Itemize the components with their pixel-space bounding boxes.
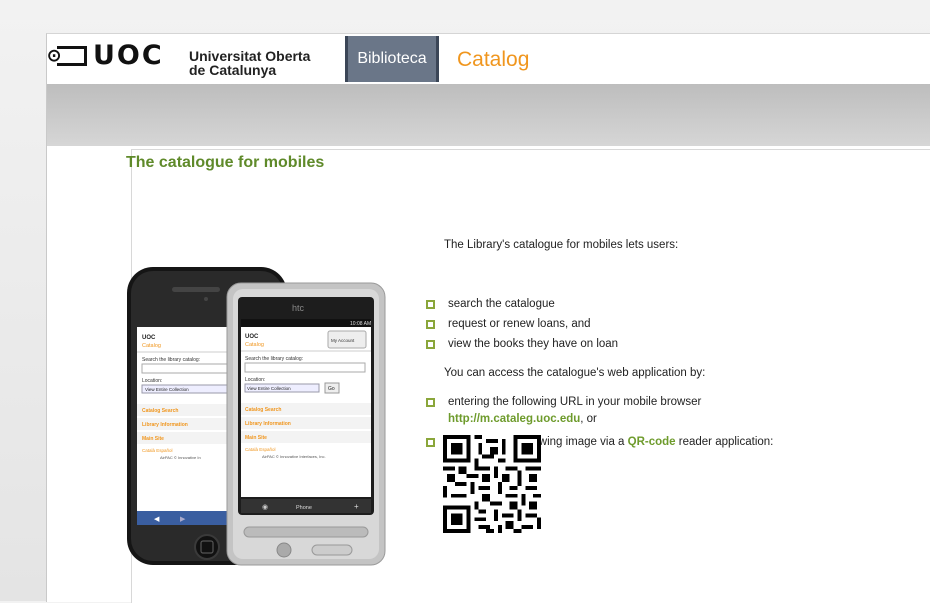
htc-catalog: Catalog [245,342,264,348]
htc-location-value: View Entire Collection [247,386,291,391]
htc-go: Go [328,386,335,392]
mobile-phones-image: UOC Catalog Search the library catalog: … [127,267,386,566]
feature-item: search the catalogue [426,298,555,310]
htc-item-main-site[interactable]: Main Site [245,435,267,441]
htc-time: 10:08 AM [350,321,371,327]
htc-item-catalog-search[interactable]: Catalog Search [245,407,281,413]
header-band [47,84,930,146]
htc-plus-icon[interactable]: + [354,502,359,511]
biblioteca-tab[interactable]: Biblioteca [345,36,439,82]
catalog-heading: Catalog [457,48,530,71]
iphone-item-catalog-search[interactable]: Catalog Search [142,408,178,414]
feature-item: request or renew loans, and [426,318,591,330]
htc-my-account: My Account [331,338,355,343]
access-intro: You can access the catalogue's web appli… [444,367,706,379]
access-option-url: entering the following URL in your mobil… [426,396,701,425]
iphone-forward-icon[interactable]: ▶ [180,516,186,523]
university-name[interactable]: Universitat Oberta de Catalunya [189,49,310,77]
iphone-catalog: Catalog [142,343,161,349]
htc-logo: UOC [245,334,259,340]
htc-phone-button[interactable]: Phone [296,505,312,511]
iphone-footer-links[interactable]: Català Español [142,448,173,453]
iphone-home-button[interactable] [194,534,220,560]
iphone-location-value: View Entire Collection [145,387,189,392]
iphone-item-main-site[interactable]: Main Site [142,436,164,442]
bullet-icon [426,340,435,349]
feature-text: request or renew loans, and [448,318,591,330]
feature-text: view the books they have on loan [448,338,619,350]
feature-text: search the catalogue [448,298,555,310]
page-title: The catalogue for mobiles [126,154,325,171]
htc-footer-links[interactable]: Català Español [245,447,276,452]
htc-search-input[interactable] [244,362,366,373]
option1-suffix: , or [580,413,597,425]
iphone-item-library-info[interactable]: Library Information [142,422,188,428]
site-header: ⊙ UOC Universitat Oberta de Catalunya Bi… [47,34,930,84]
bullet-icon [426,398,435,407]
iphone-logo: UOC [142,335,156,341]
uoc-logo-icon: ⊙ [47,45,87,66]
option1-text: entering the following URL in your mobil… [448,396,702,408]
uoc-logo-text: UOC [93,40,164,71]
intro-text: The Library's catalogue for mobiles lets… [444,239,679,251]
iphone-footer-note: AirPAC © Innovative In [160,455,201,460]
htc-trackball[interactable] [276,542,292,558]
option2-suffix: reader application: [675,436,774,448]
htc-location-label: Location: [245,377,265,383]
bullet-icon [426,438,435,447]
htc-item-library-info[interactable]: Library Information [245,421,291,427]
uoc-logo[interactable]: ⊙ UOC [47,40,164,71]
qr-code-image [443,435,541,533]
iphone-search-label: Search the library catalog: [142,357,200,363]
mobile-catalog-url-link[interactable]: http://m.cataleg.uoc.edu [448,413,580,425]
bullet-icon [426,320,435,329]
iphone-back-icon[interactable]: ◀ [154,516,160,523]
htc-footer-note: AirPAC © Innovative Interfaces, Inc. [262,454,326,459]
university-name-line2: de Catalunya [189,62,277,78]
htc-search-label: Search the library catalog: [245,356,303,362]
iphone-location-label: Location: [142,378,162,384]
htc-brand: htc [292,303,305,313]
qr-code-link[interactable]: QR-code [628,436,676,448]
feature-item: view the books they have on loan [426,338,618,350]
university-name-line1: Universitat Oberta [189,48,311,64]
htc-illustration: htc 10:08 AM UOC Catalog My Account Sear… [226,282,386,566]
bullet-icon [426,300,435,309]
htc-home-icon[interactable]: ◉ [262,504,268,511]
